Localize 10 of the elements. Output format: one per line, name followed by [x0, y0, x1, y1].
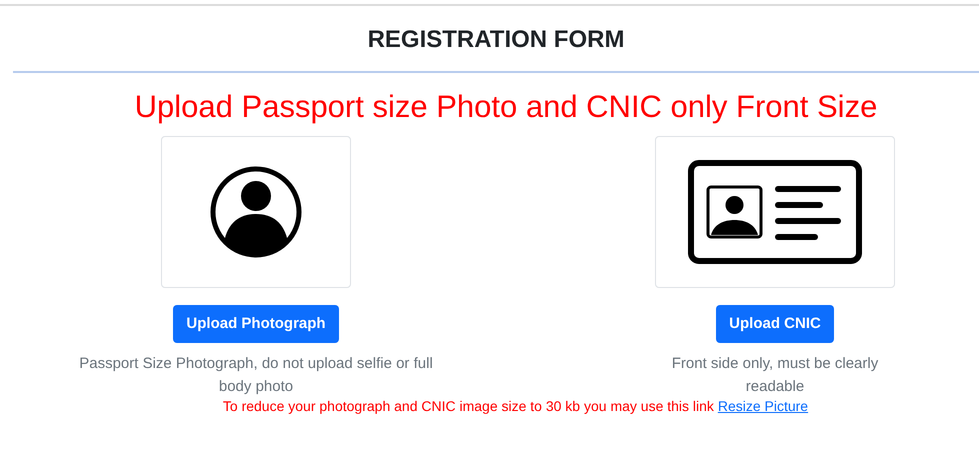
id-card-icon [688, 160, 862, 264]
form-title: REGISTRATION FORM [368, 24, 624, 54]
upload-button[interactable]: Upload CNIC [716, 305, 834, 343]
upload-button[interactable]: Upload Photograph [173, 305, 339, 343]
upload-hint: Passport Size Photograph, do not upload selfie or full body photo [78, 354, 434, 397]
upload-hint: Front side only, must be clearly readable [670, 354, 880, 397]
upload-heading: Upload Passport size Photo and CNIC only Front Size [134, 88, 878, 126]
resize-picture-link[interactable]: Resize Picture [718, 398, 808, 414]
resize-note: To reduce your photograph and CNIC image size to 30 kb you may use this link Resize Picture [222, 397, 810, 416]
user-icon [210, 166, 302, 258]
